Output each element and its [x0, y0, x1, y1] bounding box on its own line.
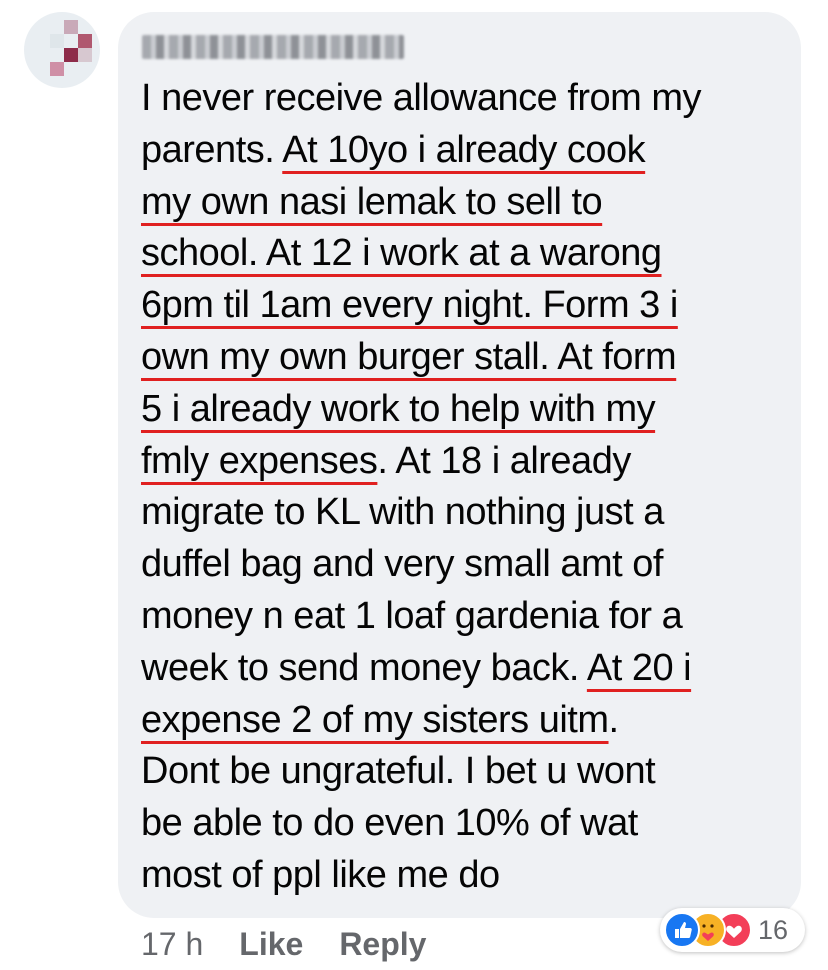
like-icon: [664, 912, 700, 948]
comment-line: money n eat 1 loaf gardenia for a: [141, 591, 791, 643]
reply-button[interactable]: Reply: [339, 926, 426, 963]
comment-text-segment: parents.: [141, 128, 283, 171]
comment-text-segment: Dont be ungrateful. I bet u wont: [141, 750, 656, 793]
underlined-text: my own nasi lemak to sell to: [141, 180, 603, 223]
underlined-text: fmly expenses: [141, 439, 378, 482]
reaction-count: 16: [758, 914, 789, 945]
comment-line: fmly expenses. At 18 i already: [141, 436, 791, 488]
comment-text-segment: most of ppl like me do: [141, 853, 500, 896]
comment-line: I never receive allowance from my: [141, 73, 791, 125]
underlined-text: school. At 12 i work at a warong: [141, 232, 662, 275]
underlined-text: 5 i already work to help with my: [141, 387, 656, 430]
underlined-text: At 20 i: [586, 646, 692, 689]
comment-text-segment: duffel bag and very small amt of: [141, 543, 663, 586]
comment-line: 5 i already work to help with my: [141, 384, 791, 436]
comment-line: own my own burger stall. At form: [141, 332, 791, 384]
comment-text-segment: week to send money back.: [141, 646, 587, 689]
comment-footer: 17 h Like Reply: [141, 926, 462, 963]
comment-line: Dont be ungrateful. I bet u wont: [141, 746, 791, 798]
underlined-text: expense 2 of my sisters uitm: [141, 698, 609, 741]
comment-line: most of ppl like me do: [141, 850, 791, 902]
comment-text-segment: .: [608, 698, 620, 741]
comment-line: expense 2 of my sisters uitm.: [141, 695, 791, 747]
comment-text: I never receive allowance from my parents…: [141, 73, 791, 902]
comment-line: school. At 12 i work at a warong: [141, 228, 791, 280]
comment-line: be able to do even 10% of wat: [141, 798, 791, 850]
comment-line: parents. At 10yo i already cook: [141, 125, 791, 177]
comment-line: 6pm til 1am every night. Form 3 i: [141, 280, 791, 332]
comment-text-segment: money n eat 1 loaf gardenia for a: [141, 594, 683, 637]
underlined-text: At 10yo i already cook: [282, 128, 646, 171]
comment-text-segment: . At 18 i already: [377, 439, 631, 482]
avatar[interactable]: [24, 12, 100, 88]
like-button[interactable]: Like: [239, 926, 303, 963]
comment-text-segment: I never receive allowance from my: [141, 77, 702, 119]
comment-line: migrate to KL with nothing just a: [141, 487, 791, 539]
comment-line: duffel bag and very small amt of: [141, 539, 791, 591]
underlined-text: 6pm til 1am every night. Form 3 i: [141, 284, 678, 327]
reactions-summary[interactable]: 16: [660, 908, 805, 952]
comment-line: my own nasi lemak to sell to: [141, 177, 791, 229]
commenter-name-redacted[interactable]: [142, 35, 404, 59]
comment-text-segment: be able to do even 10% of wat: [141, 802, 638, 845]
timestamp[interactable]: 17 h: [141, 926, 203, 963]
comment-text-segment: migrate to KL with nothing just a: [141, 491, 664, 534]
underlined-text: own my own burger stall. At form: [141, 335, 677, 378]
comment-line: week to send money back. At 20 i: [141, 643, 791, 695]
